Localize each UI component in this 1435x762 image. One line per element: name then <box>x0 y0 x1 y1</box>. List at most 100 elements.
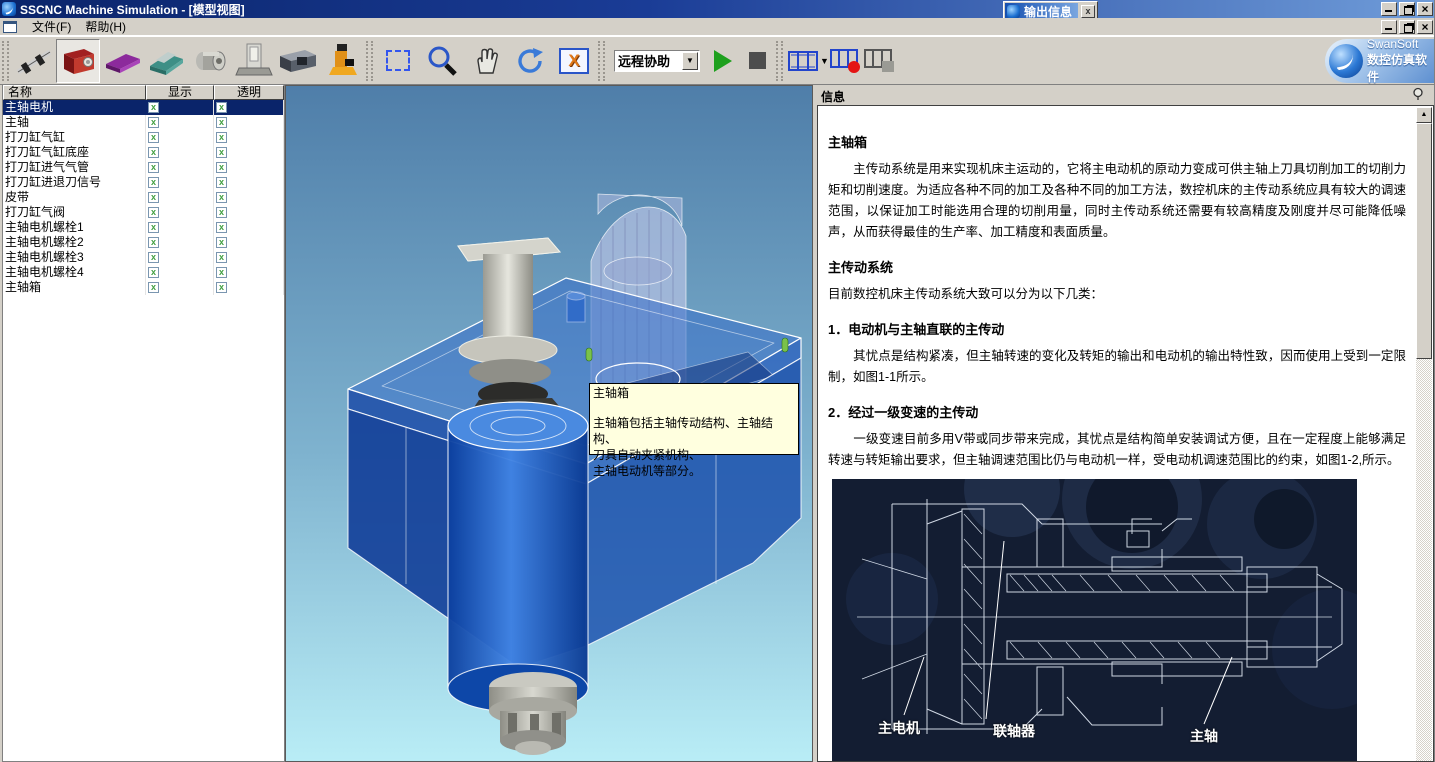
show-checkbox[interactable]: x <box>148 177 159 188</box>
tooltip-title: 主轴箱 <box>593 385 795 401</box>
transparent-cell: x <box>214 175 284 190</box>
scrollbar-thumb[interactable] <box>1416 123 1432 359</box>
show-checkbox[interactable]: x <box>148 237 159 248</box>
part-row[interactable]: 主轴电机xx <box>3 100 284 115</box>
column-button[interactable] <box>232 39 276 83</box>
close-button[interactable] <box>1417 2 1433 16</box>
ballscrew-icon <box>15 42 53 80</box>
part-row[interactable]: 主轴电机螺栓1xx <box>3 220 284 235</box>
part-row[interactable]: 打刀缸气缸xx <box>3 130 284 145</box>
child-restore-button[interactable] <box>1399 20 1415 34</box>
part-tooltip: 主轴箱 主轴箱包括主轴传动结构、主轴结构、 刀具自动夹紧机构、 主轴电动机等部分… <box>589 383 799 455</box>
part-row[interactable]: 主轴箱xx <box>3 280 284 295</box>
transparent-checkbox[interactable]: x <box>216 177 227 188</box>
menu-file[interactable]: 文件(F) <box>25 17 78 36</box>
column-header-name[interactable]: 名称 <box>3 85 146 100</box>
info-paragraph: 主传动系统是用来实现机床主运动的，它将主电动机的原动力变成可供主轴上刀具切削加工… <box>828 159 1406 243</box>
show-checkbox[interactable]: x <box>148 162 159 173</box>
model-viewport[interactable]: 主轴箱 主轴箱包括主轴传动结构、主轴结构、 刀具自动夹紧机构、 主轴电动机等部分… <box>285 85 813 762</box>
film-stop-icon <box>864 48 896 74</box>
child-window-icon[interactable] <box>3 21 17 33</box>
record-stop-button[interactable] <box>863 41 897 81</box>
toolbar-grip[interactable] <box>2 41 9 81</box>
part-row[interactable]: 打刀缸进退刀信号xx <box>3 175 284 190</box>
transparent-checkbox[interactable]: x <box>216 237 227 248</box>
select-button[interactable] <box>376 39 420 83</box>
part-row[interactable]: 皮带xx <box>3 190 284 205</box>
spindle-button[interactable] <box>188 39 232 83</box>
show-checkbox[interactable]: x <box>148 252 159 263</box>
show-checkbox[interactable]: x <box>148 102 159 113</box>
show-checkbox[interactable]: x <box>148 222 159 233</box>
show-checkbox[interactable]: x <box>148 117 159 128</box>
show-checkbox[interactable]: x <box>148 192 159 203</box>
show-checkbox[interactable]: x <box>148 147 159 158</box>
part-name: 皮带 <box>3 190 146 205</box>
record-button[interactable] <box>829 41 863 81</box>
show-checkbox[interactable]: x <box>148 282 159 293</box>
child-minimize-button[interactable] <box>1381 20 1397 34</box>
transparent-checkbox[interactable]: x <box>216 162 227 173</box>
transparent-cell: x <box>214 145 284 160</box>
stop-button[interactable] <box>740 41 774 81</box>
info-paragraph: 其忧点是结构紧凑，但主轴转速的变化及转矩的输出和电动机的输出特性致，因而使用上受… <box>828 346 1406 388</box>
transparent-checkbox[interactable]: x <box>216 267 227 278</box>
show-checkbox[interactable]: x <box>148 267 159 278</box>
part-row[interactable]: 主轴电机螺栓4xx <box>3 265 284 280</box>
part-row[interactable]: 打刀缸气阀xx <box>3 205 284 220</box>
restore-button[interactable] <box>1399 2 1415 16</box>
transparent-cell: x <box>214 190 284 205</box>
transparent-checkbox[interactable]: x <box>216 222 227 233</box>
swansoft-logo-icon <box>1329 44 1363 78</box>
part-row[interactable]: 主轴xx <box>3 115 284 130</box>
play-button[interactable] <box>706 41 740 81</box>
zoom-button[interactable] <box>420 39 464 83</box>
transparent-checkbox[interactable]: x <box>216 207 227 218</box>
saddle-button[interactable] <box>144 39 188 83</box>
minimize-button[interactable] <box>1381 2 1397 16</box>
part-name: 打刀缸气缸底座 <box>3 145 146 160</box>
column-header-transparent[interactable]: 透明 <box>214 85 284 100</box>
transparent-cell: x <box>214 250 284 265</box>
transparent-checkbox[interactable]: x <box>216 102 227 113</box>
scrollbar-track[interactable]: ▲ <box>1416 107 1432 762</box>
part-name: 主轴 <box>3 115 146 130</box>
film-button[interactable] <box>786 41 820 81</box>
transparent-checkbox[interactable]: x <box>216 282 227 293</box>
info-content[interactable]: 主轴箱 主传动系统是用来实现机床主运动的，它将主电动机的原动力变成可供主轴上刀具… <box>817 105 1434 762</box>
scroll-up-icon[interactable]: ▲ <box>1416 107 1432 123</box>
child-close-button[interactable] <box>1417 20 1433 34</box>
spindle-head-button[interactable] <box>56 39 100 83</box>
transparent-checkbox[interactable]: x <box>216 252 227 263</box>
machine-button[interactable] <box>276 39 320 83</box>
transparent-checkbox[interactable]: x <box>216 147 227 158</box>
show-checkbox[interactable]: x <box>148 132 159 143</box>
tool-loader-button[interactable] <box>320 39 364 83</box>
transparent-checkbox[interactable]: x <box>216 192 227 203</box>
pan-button[interactable] <box>464 39 508 83</box>
transparent-checkbox[interactable]: x <box>216 132 227 143</box>
transparent-cell: x <box>214 115 284 130</box>
toolbar-grip[interactable] <box>776 41 783 81</box>
machine-icon <box>277 42 319 80</box>
chevron-down-icon[interactable]: ▼ <box>682 52 698 70</box>
remote-assist-combo[interactable]: 远程协助 ▼ <box>614 50 700 72</box>
show-checkbox[interactable]: x <box>148 207 159 218</box>
toolbar-grip[interactable] <box>598 41 605 81</box>
output-window-close-icon[interactable]: x <box>1081 5 1095 18</box>
fit-view-button[interactable]: X <box>552 39 596 83</box>
part-row[interactable]: 主轴电机螺栓2xx <box>3 235 284 250</box>
ballscrew-button[interactable] <box>12 39 56 83</box>
menu-help[interactable]: 帮助(H) <box>78 17 133 36</box>
film-dropdown-icon[interactable]: ▼ <box>820 56 829 66</box>
part-row[interactable]: 主轴电机螺栓3xx <box>3 250 284 265</box>
toolbar-grip[interactable] <box>366 41 373 81</box>
transparent-checkbox[interactable]: x <box>216 117 227 128</box>
pin-icon[interactable] <box>1411 87 1425 101</box>
part-row[interactable]: 打刀缸气缸底座xx <box>3 145 284 160</box>
part-row[interactable]: 打刀缸进气气管xx <box>3 160 284 175</box>
column-header-show[interactable]: 显示 <box>146 85 214 100</box>
rotate-button[interactable] <box>508 39 552 83</box>
application-window: SSCNC Machine Simulation - [模型视图] 输出信息 x… <box>0 0 1435 762</box>
bed-button[interactable] <box>100 39 144 83</box>
